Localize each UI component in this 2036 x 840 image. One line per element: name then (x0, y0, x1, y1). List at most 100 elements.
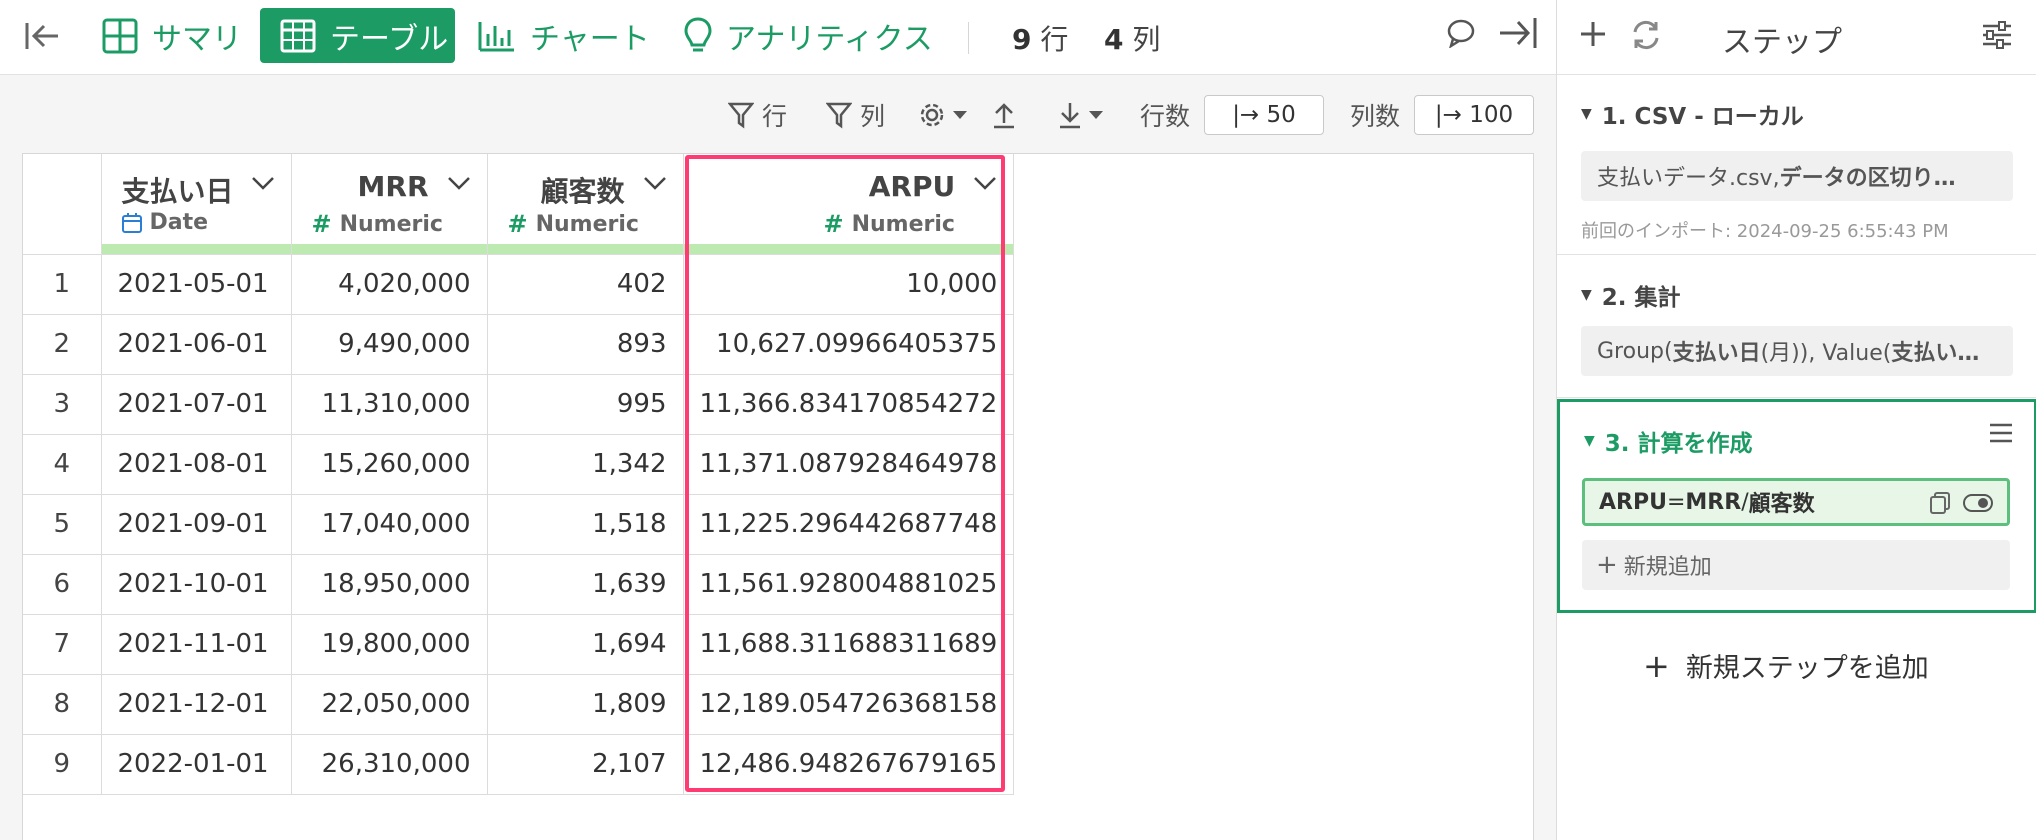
cell-mrr[interactable]: 17,040,000 (291, 494, 488, 555)
cell-date[interactable]: 2021-11-01 (101, 614, 292, 675)
cell-customers[interactable]: 1,342 (487, 434, 684, 495)
row-number: 1 (23, 254, 102, 315)
chevron-down-icon[interactable] (251, 176, 275, 190)
cell-arpu[interactable]: 11,561.928004881025 (683, 554, 1015, 615)
cell-date[interactable]: 2021-10-01 (101, 554, 292, 615)
cell-date[interactable]: 2021-12-01 (101, 674, 292, 735)
cell-date[interactable]: 2021-05-01 (101, 254, 292, 315)
step-aggregate[interactable]: ▼ 2. 集計 Group(支払い日 (月)), Value(支払い… (1557, 256, 2036, 398)
numeric-hash-icon: # (311, 210, 332, 238)
columns-limit-input[interactable]: |→ 100 (1414, 95, 1534, 135)
rows-limit-input[interactable]: |→ 50 (1204, 95, 1324, 135)
copy-icon[interactable] (1929, 491, 1951, 515)
tab-chart[interactable]: チャート (478, 8, 650, 63)
cell-customers[interactable]: 1,694 (487, 614, 684, 675)
column-header-mrr[interactable]: MRR # Numeric (291, 154, 488, 255)
column-name: ARPU (868, 170, 956, 203)
row-number: 3 (23, 374, 102, 435)
cell-mrr[interactable]: 15,260,000 (291, 434, 488, 495)
refresh-icon[interactable] (1629, 18, 1663, 56)
download-icon (1060, 103, 1080, 129)
column-header-arpu[interactable]: ARPU # Numeric (683, 154, 1015, 255)
collapse-triangle-icon[interactable]: ▼ (1584, 433, 1595, 449)
cell-arpu[interactable]: 11,371.087928464978 (683, 434, 1015, 495)
cell-date[interactable]: 2022-01-01 (101, 734, 292, 795)
cell-arpu[interactable]: 11,688.311688311689 (683, 614, 1015, 675)
cell-arpu[interactable]: 10,000 (683, 254, 1015, 315)
table-row: 1 2021-05-01 4,020,000 402 10,000 (23, 254, 1015, 315)
column-header-payment-date[interactable]: 支払い日 Date (101, 154, 292, 255)
calendar-icon (121, 212, 142, 233)
cell-date[interactable]: 2021-06-01 (101, 314, 292, 375)
cell-customers[interactable]: 995 (487, 374, 684, 435)
upload-button[interactable] (992, 97, 1016, 133)
menu-icon[interactable] (1988, 422, 2014, 448)
upload-icon (994, 103, 1014, 129)
filter-columns-button[interactable]: 列 (826, 97, 885, 133)
cell-arpu[interactable]: 11,366.834170854272 (683, 374, 1015, 435)
filter-icon (826, 102, 852, 129)
steps-panel: ステップ ▼ 1. CSV - ローカル 支払いデータ.csv, データの区切り…… (1556, 0, 2036, 840)
cell-mrr[interactable]: 26,310,000 (291, 734, 488, 795)
filter-rows-button[interactable]: 行 (728, 97, 787, 133)
collapse-left-icon[interactable] (20, 8, 64, 63)
step-create-calculation[interactable]: ▼ 3. 計算を作成 ARPU = MRR / 顧客数 + 新規追加 (1557, 399, 2036, 613)
last-import-time: 前回のインポート: 2024-09-25 6:55:43 PM (1581, 221, 1949, 242)
tab-analytics[interactable]: アナリティクス (684, 8, 933, 63)
tab-summary[interactable]: サマリ (102, 8, 242, 63)
cell-mrr[interactable]: 18,950,000 (291, 554, 488, 615)
cell-customers[interactable]: 893 (487, 314, 684, 375)
cell-mrr[interactable]: 19,800,000 (291, 614, 488, 675)
cell-customers[interactable]: 402 (487, 254, 684, 315)
cell-arpu[interactable]: 11,225.296442687748 (683, 494, 1015, 555)
cell-date[interactable]: 2021-09-01 (101, 494, 292, 555)
table-header-row: 支払い日 Date MRR # Numeric 顧客数 # Numeric AR… (23, 154, 1015, 255)
cell-customers[interactable]: 1,809 (487, 674, 684, 735)
collapse-triangle-icon[interactable]: ▼ (1581, 106, 1592, 122)
step-body[interactable]: Group(支払い日 (月)), Value(支払い… (1581, 326, 2013, 376)
cell-customers[interactable]: 1,518 (487, 494, 684, 555)
tab-table[interactable]: テーブル (260, 8, 455, 63)
column-name: 支払い日 (121, 175, 234, 208)
add-new-step-button[interactable]: + 新規ステップを追加 (1643, 646, 1929, 685)
rows-limit-label: 行数 (1140, 102, 1191, 131)
cell-arpu[interactable]: 12,486.948267679165 (683, 734, 1015, 795)
column-header-customers[interactable]: 顧客数 # Numeric (487, 154, 684, 255)
add-calculation-button[interactable]: + 新規追加 (1582, 540, 2010, 590)
download-button[interactable] (1058, 97, 1104, 133)
table-toolbar: 行 列 行数 |→ 50 列数 |→ 100 (0, 75, 1556, 155)
column-type: Numeric (851, 211, 955, 237)
cell-mrr[interactable]: 11,310,000 (291, 374, 488, 435)
cell-mrr[interactable]: 9,490,000 (291, 314, 488, 375)
cell-date[interactable]: 2021-08-01 (101, 434, 292, 495)
lightbulb-icon (684, 16, 712, 51)
caret-down-icon (1089, 111, 1103, 119)
row-count: 9 行 (1012, 23, 1069, 56)
plus-icon: + (1596, 550, 1618, 580)
comment-icon[interactable] (1446, 18, 1476, 52)
cell-customers[interactable]: 2,107 (487, 734, 684, 795)
table-row: 5 2021-09-01 17,040,000 1,518 11,225.2964426… (23, 494, 1015, 555)
gear-icon (920, 103, 944, 127)
settings-button[interactable] (918, 97, 968, 133)
sliders-icon[interactable] (1981, 20, 2013, 54)
main-area: サマリ テーブル チャート アナリティクス 9 行 4 列 行 列 行数 |→ … (0, 0, 1556, 840)
step-csv-local[interactable]: ▼ 1. CSV - ローカル 支払いデータ.csv, データの区切り… 前回のイ… (1557, 75, 2036, 255)
step-body[interactable]: 支払いデータ.csv, データの区切り… (1581, 151, 2013, 201)
toggle-icon[interactable] (1963, 494, 1993, 512)
cell-mrr[interactable]: 22,050,000 (291, 674, 488, 735)
calculation-item[interactable]: ARPU = MRR / 顧客数 (1582, 478, 2010, 526)
cell-arpu[interactable]: 10,627.09966405375 (683, 314, 1015, 375)
plus-icon[interactable] (1577, 18, 1609, 54)
cell-mrr[interactable]: 4,020,000 (291, 254, 488, 315)
chevron-down-icon[interactable] (643, 176, 667, 190)
cell-arpu[interactable]: 12,189.054726368158 (683, 674, 1015, 735)
chevron-down-icon[interactable] (973, 176, 997, 190)
cell-date[interactable]: 2021-07-01 (101, 374, 292, 435)
cell-customers[interactable]: 1,639 (487, 554, 684, 615)
collapse-right-icon[interactable] (1498, 16, 1538, 54)
chevron-down-icon[interactable] (447, 176, 471, 190)
table-row: 7 2021-11-01 19,800,000 1,694 11,688.3116883… (23, 614, 1015, 675)
collapse-triangle-icon[interactable]: ▼ (1581, 287, 1592, 303)
top-bar: サマリ テーブル チャート アナリティクス 9 行 4 列 (0, 0, 1556, 75)
